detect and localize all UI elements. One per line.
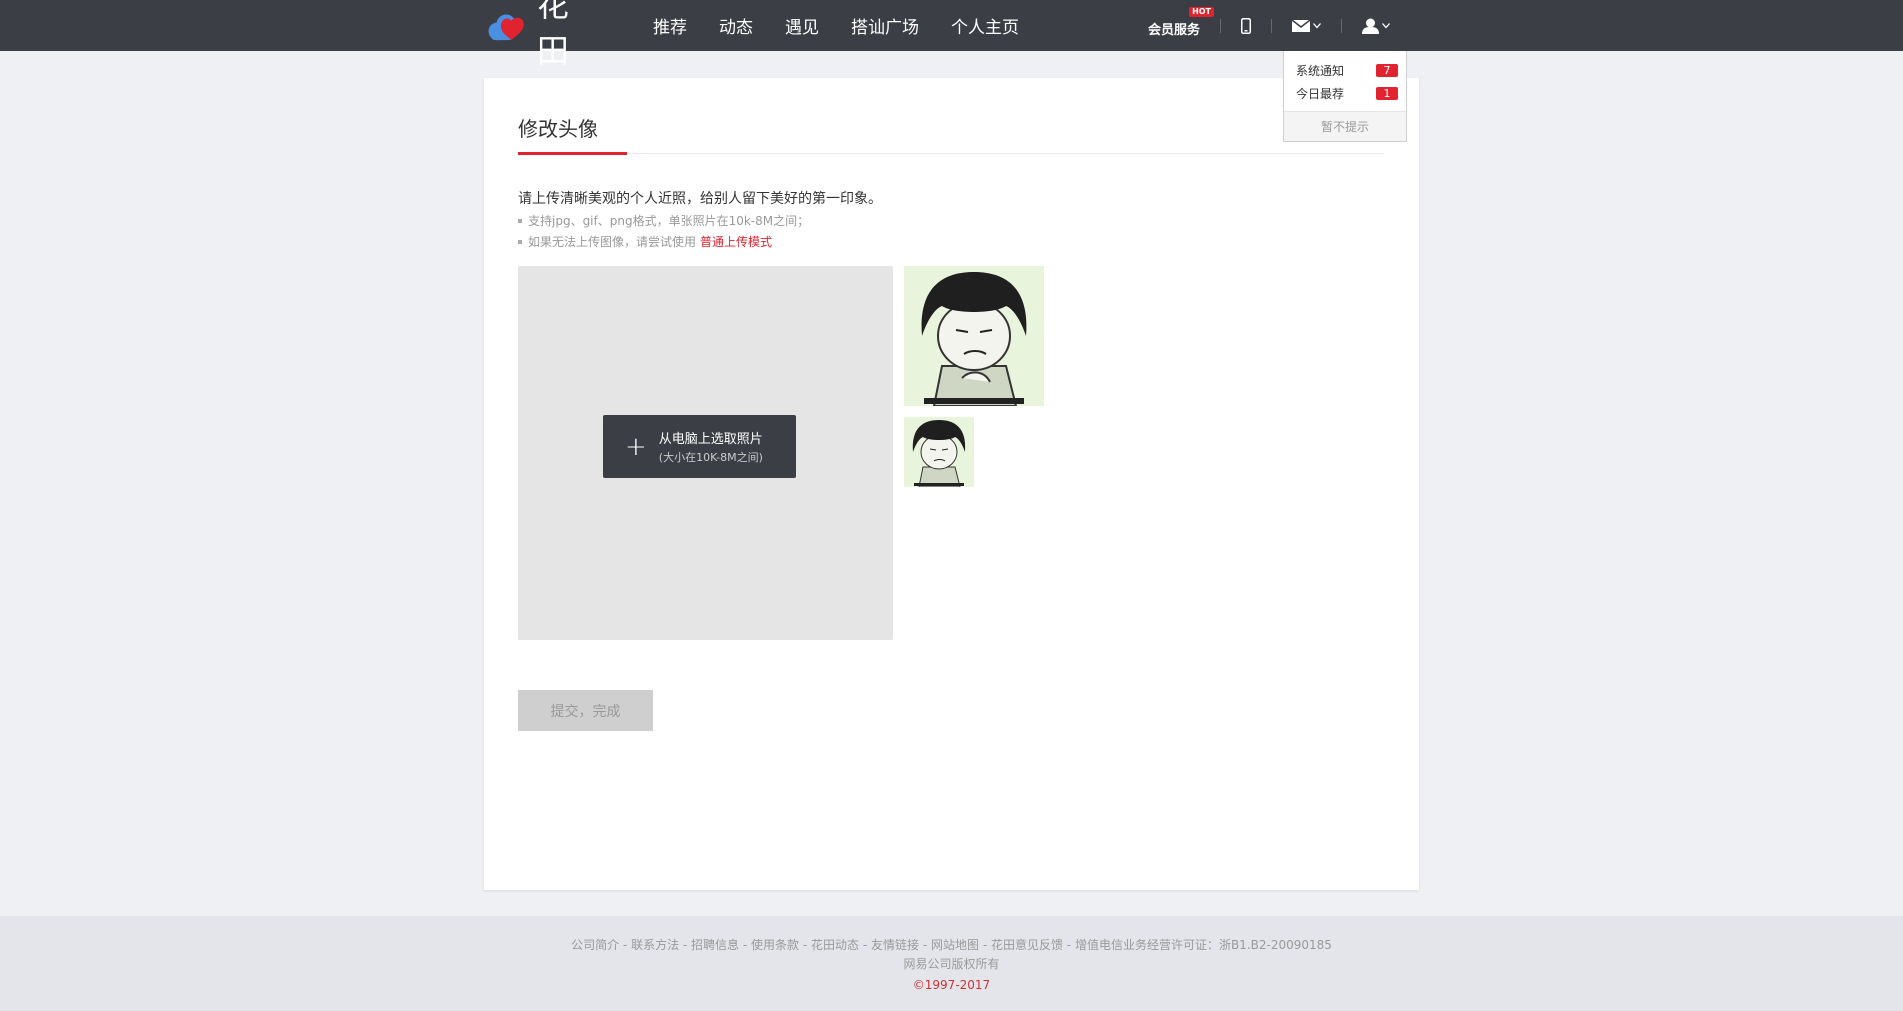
avatar-preview-large xyxy=(904,266,1044,406)
select-photo-texts: 从电脑上选取照片 (大小在10K-8M之间) xyxy=(659,428,763,465)
divider xyxy=(1341,18,1343,33)
license-text: 增值电信业务经营许可证：浙B1.B2-20090185 xyxy=(1074,938,1332,952)
hot-badge: HOT xyxy=(1189,7,1215,17)
footer-link-terms[interactable]: 使用条款 xyxy=(751,938,799,952)
footer-links: 公司简介 - 联系方法 - 招聘信息 - 使用条款 - 花田动态 - 友情链接 … xyxy=(571,938,1332,952)
title-underline xyxy=(518,152,627,155)
phone-icon xyxy=(1241,17,1252,34)
nav-item-feed[interactable]: 动态 xyxy=(719,13,753,38)
footer-link-news[interactable]: 花田动态 xyxy=(811,938,859,952)
plus-icon: + xyxy=(625,431,647,462)
fallback-tip: 如果无法上传图像，请尝试使用 普通上传模式 xyxy=(518,233,772,250)
footer: 公司简介 - 联系方法 - 招聘信息 - 使用条款 - 花田动态 - 友情链接 … xyxy=(0,916,1903,1011)
chevron-down-icon xyxy=(1313,22,1322,28)
user-icon xyxy=(1362,18,1380,34)
copyright-text: ©1997-2017 xyxy=(912,978,991,992)
footer-link-jobs[interactable]: 招聘信息 xyxy=(691,938,739,952)
logo-text: 花田 xyxy=(536,0,571,70)
divider xyxy=(1220,18,1222,33)
nav-item-plaza[interactable]: 搭讪广场 xyxy=(851,13,919,38)
size-hint: (大小在10K-8M之间) xyxy=(658,451,763,464)
footer-link-sitemap[interactable]: 网站地图 xyxy=(931,938,979,952)
submit-button[interactable]: 提交，完成 xyxy=(518,690,653,731)
footer-link-feedback[interactable]: 花田意见反馈 xyxy=(991,938,1063,952)
count-badge: 7 xyxy=(1376,64,1398,77)
owner-text: 网易公司版权所有 xyxy=(903,957,1000,971)
format-tip-text: 支持jpg、gif、png格式，单张照片在10k-8M之间； xyxy=(528,214,810,228)
notification-dropdown: 系统通知 7 今日最荐 1 暂不提示 xyxy=(1283,51,1407,142)
select-photo-label: 从电脑上选取照片 xyxy=(658,432,763,447)
vip-service-link[interactable]: 会员服务 HOT xyxy=(1148,7,1215,38)
footer-link-contact[interactable]: 联系方法 xyxy=(631,938,679,952)
top-navigation-bar: 花田 推荐 动态 遇见 搭讪广场 个人主页 会员服务 HOT xyxy=(0,0,1903,70)
fallback-tip-text: 如果无法上传图像，请尝试使用 xyxy=(528,235,697,249)
intro-text: 请上传清晰美观的个人近照，给别人留下美好的第一印象。 xyxy=(518,191,882,207)
bullet xyxy=(518,239,522,244)
format-tip: 支持jpg、gif、png格式，单张照片在10k-8M之间； xyxy=(518,212,809,229)
dismiss-notifications-button[interactable]: 暂不提示 xyxy=(1284,111,1406,141)
nav-item-recommend[interactable]: 推荐 xyxy=(653,13,687,38)
nav-item-profile[interactable]: 个人主页 xyxy=(951,13,1019,38)
upload-area[interactable]: + 从电脑上选取照片 (大小在10K-8M之间) xyxy=(518,266,893,640)
header-tools: 会员服务 HOT xyxy=(1148,0,1391,51)
bullet xyxy=(518,218,522,223)
nav-item-meet[interactable]: 遇见 xyxy=(785,13,819,38)
notification-label: 系统通知 xyxy=(1296,64,1345,78)
divider xyxy=(1271,18,1273,33)
mobile-button[interactable] xyxy=(1241,17,1252,34)
huatian-logo[interactable]: 花田 xyxy=(485,0,597,70)
count-badge: 1 xyxy=(1376,87,1398,100)
mail-icon xyxy=(1292,19,1311,32)
title-bar: 修改头像 xyxy=(518,116,1384,155)
main-nav: 推荐 动态 遇见 搭讪广场 个人主页 xyxy=(653,0,1051,51)
edit-avatar-panel: 修改头像 请上传清晰美观的个人近照，给别人留下美好的第一印象。 支持jpg、gi… xyxy=(484,78,1419,890)
chevron-down-icon xyxy=(1382,22,1391,28)
select-photo-button[interactable]: + 从电脑上选取照片 (大小在10K-8M之间) xyxy=(603,415,796,478)
page-title: 修改头像 xyxy=(518,117,598,141)
normal-upload-link[interactable]: 普通上传模式 xyxy=(700,233,772,250)
heart-cloud-icon xyxy=(488,14,524,41)
vip-service-label: 会员服务 xyxy=(1148,23,1201,38)
avatar-cartoon-image xyxy=(904,266,1044,406)
avatar-preview-small xyxy=(904,417,974,487)
notification-item-system[interactable]: 系统通知 7 xyxy=(1284,59,1406,82)
notification-label: 今日最荐 xyxy=(1296,87,1345,101)
footer-link-about[interactable]: 公司简介 xyxy=(571,938,619,952)
user-menu-button[interactable] xyxy=(1362,18,1391,34)
avatar-cartoon-image xyxy=(904,417,974,487)
notification-item-daily-pick[interactable]: 今日最荐 1 xyxy=(1284,82,1406,105)
messages-menu-button[interactable] xyxy=(1292,19,1322,32)
footer-link-partners[interactable]: 友情链接 xyxy=(871,938,919,952)
